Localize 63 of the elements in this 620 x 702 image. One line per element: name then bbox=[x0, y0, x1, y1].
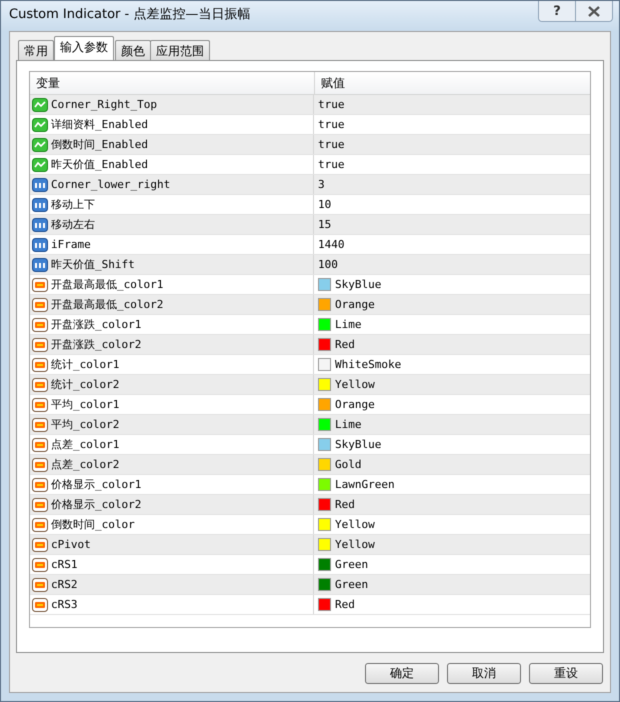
value-text[interactable]: true bbox=[318, 158, 344, 171]
value-text[interactable]: 1440 bbox=[318, 238, 344, 251]
variable-name: cRS1 bbox=[51, 558, 78, 571]
variable-name: 统计_color2 bbox=[51, 377, 120, 392]
variable-name: 价格显示_color1 bbox=[51, 477, 142, 492]
value-text[interactable]: Yellow bbox=[335, 378, 375, 391]
variable-name: 昨天价值_Shift bbox=[51, 257, 135, 272]
value-text[interactable]: Orange bbox=[335, 398, 375, 411]
value-text[interactable]: Orange bbox=[335, 298, 375, 311]
variable-name: 移动上下 bbox=[51, 197, 95, 212]
value-text[interactable]: Lime bbox=[335, 318, 362, 331]
variable-name: 价格显示_color2 bbox=[51, 497, 142, 512]
value-text[interactable]: Green bbox=[335, 578, 368, 591]
variable-name: 开盘最高最低_color2 bbox=[51, 297, 164, 312]
variable-name: 倒数时间_color bbox=[51, 517, 135, 532]
value-text[interactable]: 10 bbox=[318, 198, 332, 211]
value-text[interactable]: Lime bbox=[335, 418, 362, 431]
variable-name: 移动左右 bbox=[51, 217, 95, 232]
column-header[interactable]: 变量 bbox=[30, 72, 314, 94]
variable-name: 统计_color1 bbox=[51, 357, 120, 372]
variable-name: 详细资料_Enabled bbox=[51, 117, 148, 132]
value-text[interactable]: true bbox=[318, 118, 344, 131]
column-header[interactable]: 赋值 bbox=[314, 72, 590, 94]
tab[interactable]: 常用 bbox=[18, 40, 54, 60]
value-text[interactable]: 3 bbox=[318, 178, 325, 191]
variable-name: 昨天价值_Enabled bbox=[51, 157, 148, 172]
value-text[interactable]: Yellow bbox=[335, 518, 375, 531]
value-text[interactable]: SkyBlue bbox=[335, 438, 382, 451]
variable-name: cPivot bbox=[51, 538, 91, 551]
variable-name: iFrame bbox=[51, 238, 91, 251]
value-text[interactable]: 15 bbox=[318, 218, 332, 231]
value-text[interactable]: SkyBlue bbox=[335, 278, 382, 291]
value-text[interactable]: 100 bbox=[318, 258, 338, 271]
variable-name: 倒数时间_Enabled bbox=[51, 137, 148, 152]
value-text[interactable]: Red bbox=[335, 338, 355, 351]
value-text[interactable]: Yellow bbox=[335, 538, 375, 551]
tab[interactable]: 输入参数 bbox=[54, 36, 114, 60]
dialog-button[interactable]: 确定 bbox=[365, 663, 439, 684]
variable-name: Corner_Right_Top bbox=[51, 98, 157, 111]
variable-name: 开盘最高最低_color1 bbox=[51, 277, 164, 292]
value-text[interactable]: Red bbox=[335, 598, 355, 611]
dialog-button[interactable]: 重设 bbox=[529, 663, 603, 684]
value-text[interactable]: Gold bbox=[335, 458, 362, 471]
variable-name: cRS2 bbox=[51, 578, 78, 591]
tab[interactable]: 应用范围 bbox=[150, 40, 210, 60]
variable-name: 开盘涨跌_color1 bbox=[51, 317, 142, 332]
window-title: Custom Indicator - 点差监控—当日振幅 bbox=[9, 6, 252, 23]
value-text[interactable]: true bbox=[318, 138, 344, 151]
variable-name: Corner_lower_right bbox=[51, 178, 170, 191]
variable-name: 点差_color2 bbox=[51, 457, 120, 472]
variable-name: cRS3 bbox=[51, 598, 78, 611]
dialog-button[interactable]: 取消 bbox=[447, 663, 521, 684]
variable-name: 平均_color1 bbox=[51, 397, 120, 412]
tab[interactable]: 颜色 bbox=[115, 40, 151, 60]
value-text[interactable]: Green bbox=[335, 558, 368, 571]
value-text[interactable]: WhiteSmoke bbox=[335, 358, 402, 371]
value-text[interactable]: Red bbox=[335, 498, 355, 511]
value-text[interactable]: true bbox=[318, 98, 344, 111]
variable-name: 点差_color1 bbox=[51, 437, 120, 452]
value-text[interactable]: LawnGreen bbox=[335, 478, 395, 491]
help-button[interactable]: ? bbox=[539, 1, 575, 21]
variable-name: 开盘涨跌_color2 bbox=[51, 337, 142, 352]
variable-name: 平均_color2 bbox=[51, 417, 120, 432]
